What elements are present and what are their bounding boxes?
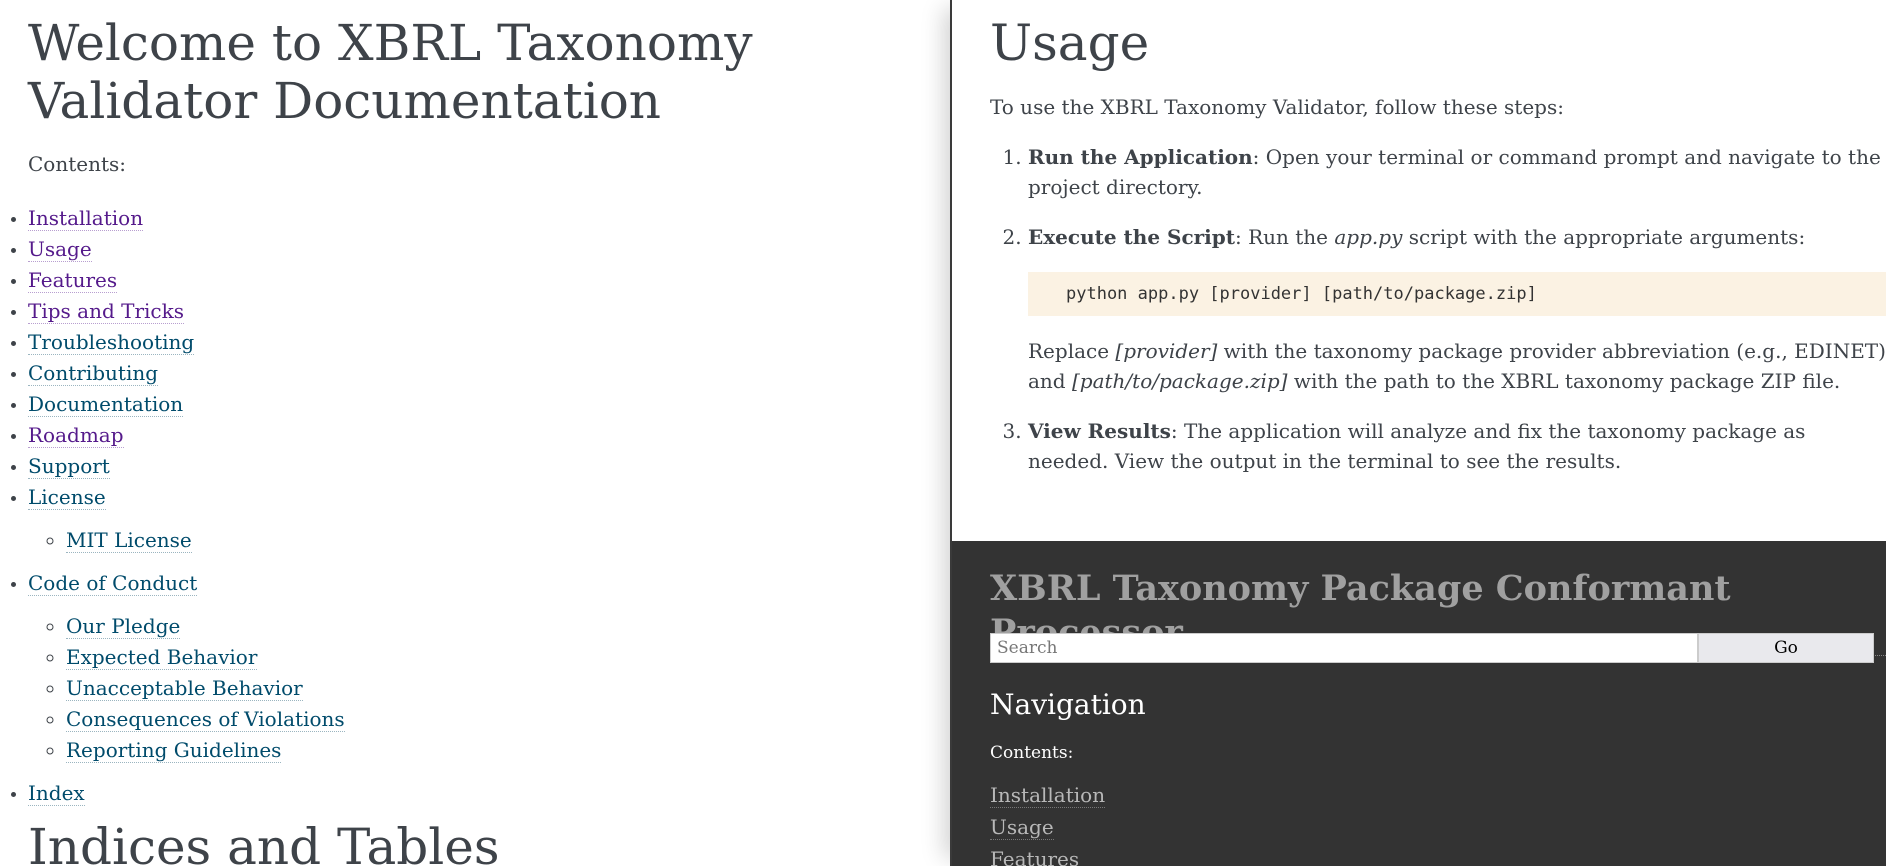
sidebar-nav-item: Usage: [990, 811, 1105, 843]
toc-link-usage[interactable]: Usage: [28, 237, 92, 262]
replace-paragraph: Replace [provider] with the taxonomy pac…: [1028, 336, 1886, 396]
replace-pre: Replace: [1028, 339, 1116, 363]
step-2-post: script with the appropriate arguments:: [1402, 225, 1806, 249]
toc-item: Features: [28, 265, 628, 296]
sidebar-contents-caption: Contents:: [990, 743, 1074, 763]
replace-post: with the path to the XBRL taxonomy packa…: [1287, 369, 1841, 393]
sidebar-nav-item: Features: [990, 843, 1105, 866]
toc-item: License MIT License: [28, 482, 628, 568]
table-of-contents: Installation Usage Features Tips and Tricks…: [28, 203, 628, 809]
usage-intro: To use the XBRL Taxonomy Validator, foll…: [990, 95, 1564, 119]
toc-subitem: Reporting Guidelines: [66, 735, 628, 766]
toc-item: Index: [28, 778, 628, 809]
toc-link-troubleshooting[interactable]: Troubleshooting: [28, 330, 195, 355]
replace-path: [path/to/package.zip]: [1071, 369, 1288, 393]
toc-item: Tips and Tricks: [28, 296, 628, 327]
toc-link-expected-behavior[interactable]: Expected Behavior: [66, 645, 258, 670]
toc-sublist: MIT License: [28, 513, 628, 568]
toc-link-consequences-of-violations[interactable]: Consequences of Violations: [66, 707, 345, 732]
sidebar-nav-list: Installation Usage Features: [990, 779, 1106, 866]
toc-link-documentation[interactable]: Documentation: [28, 392, 184, 417]
toc-subitem: Expected Behavior: [66, 642, 628, 673]
side-pane: Usage To use the XBRL Taxonomy Validator…: [950, 0, 1886, 866]
step-execute-script: Execute the Script: Run the app.py scrip…: [1028, 222, 1886, 396]
toc-link-reporting-guidelines[interactable]: Reporting Guidelines: [66, 738, 282, 763]
toc-subitem: Unacceptable Behavior: [66, 673, 628, 704]
toc-subitem: Our Pledge: [66, 611, 628, 642]
toc-link-tips-and-tricks[interactable]: Tips and Tricks: [28, 299, 185, 324]
toc-item: Roadmap: [28, 420, 628, 451]
toc-item: Installation: [28, 203, 628, 234]
sidebar-link-features[interactable]: Features: [990, 847, 1080, 866]
contents-caption: Contents:: [28, 152, 127, 176]
step-3-title: View Results: [1028, 419, 1171, 443]
toc-link-mit-license[interactable]: MIT License: [66, 528, 192, 553]
toc-link-installation[interactable]: Installation: [28, 206, 144, 231]
toc-link-our-pledge[interactable]: Our Pledge: [66, 614, 181, 639]
sidebar: XBRL Taxonomy Package Conformant Process…: [952, 541, 1886, 866]
step-2-title: Execute the Script: [1028, 225, 1235, 249]
toc-item: Contributing: [28, 358, 628, 389]
usage-steps: Run the Application: Open your terminal …: [990, 142, 1886, 496]
replace-provider: [provider]: [1115, 339, 1218, 363]
page-title: Welcome to XBRL Taxonomy Validator Docum…: [28, 14, 753, 130]
toc-link-roadmap[interactable]: Roadmap: [28, 423, 124, 448]
toc-subitem: Consequences of Violations: [66, 704, 628, 735]
toc-link-contributing[interactable]: Contributing: [28, 361, 159, 386]
toc-item: Code of Conduct Our Pledge Expected Behavi…: [28, 568, 628, 778]
search-form: Go: [990, 633, 1874, 663]
toc-item: Support: [28, 451, 628, 482]
toc-item: Troubleshooting: [28, 327, 628, 358]
toc-link-support[interactable]: Support: [28, 454, 110, 479]
sidebar-nav-item: Installation: [990, 779, 1106, 811]
toc-item: Documentation: [28, 389, 628, 420]
main-document-pane: Welcome to XBRL Taxonomy Validator Docum…: [0, 0, 950, 866]
toc-sublist: Our Pledge Expected Behavior Unacceptable …: [28, 599, 628, 778]
step-2-pre: : Run the: [1234, 225, 1335, 249]
step-run-application: Run the Application: Open your terminal …: [1028, 142, 1886, 202]
sidebar-link-usage[interactable]: Usage: [990, 815, 1054, 840]
toc-link-features[interactable]: Features: [28, 268, 118, 293]
toc-item: Usage: [28, 234, 628, 265]
step-2-script-name: app.py: [1334, 225, 1403, 249]
toc-link-code-of-conduct[interactable]: Code of Conduct: [28, 571, 198, 596]
toc-subitem: MIT License: [66, 525, 628, 556]
search-input[interactable]: [990, 633, 1698, 663]
sidebar-link-installation[interactable]: Installation: [990, 783, 1106, 808]
step-1-title: Run the Application: [1028, 145, 1253, 169]
code-block[interactable]: python app.py [provider] [path/to/packag…: [1028, 272, 1886, 316]
usage-title: Usage: [990, 14, 1150, 72]
toc-link-index[interactable]: Index: [28, 781, 85, 806]
navigation-heading: Navigation: [990, 688, 1146, 721]
indices-title: Indices and Tables: [28, 818, 500, 866]
toc-link-unacceptable-behavior[interactable]: Unacceptable Behavior: [66, 676, 303, 701]
step-view-results: View Results: The application will analy…: [1028, 416, 1886, 476]
toc-link-license[interactable]: License: [28, 485, 106, 510]
go-button[interactable]: Go: [1698, 633, 1874, 663]
